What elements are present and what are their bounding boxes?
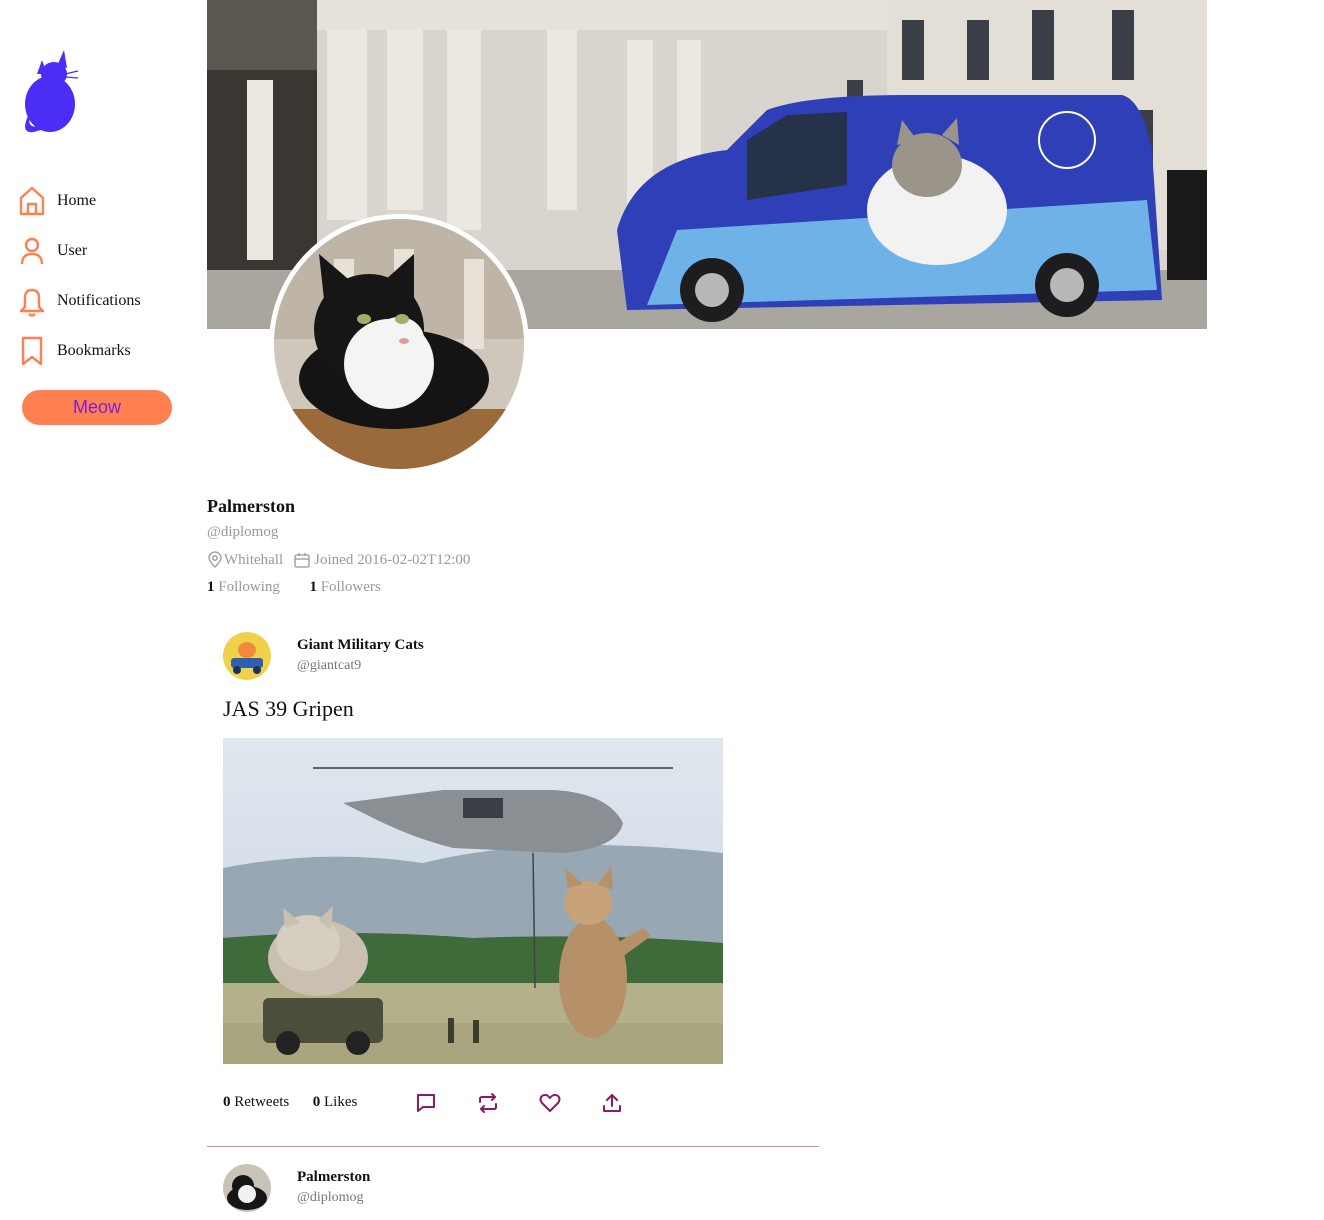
home-icon — [18, 184, 46, 218]
sidebar-item-label: Bookmarks — [57, 342, 131, 359]
user-icon — [18, 234, 46, 268]
reply-button[interactable] — [415, 1092, 477, 1118]
share-icon — [601, 1092, 623, 1119]
retweet-icon — [477, 1092, 499, 1119]
tweet-divider — [207, 1146, 819, 1147]
share-button[interactable] — [601, 1092, 663, 1118]
sidebar-item-user[interactable]: User — [18, 226, 141, 276]
sidebar-item-label: Notifications — [57, 292, 141, 309]
profile-display-name: Palmerston — [207, 496, 295, 516]
like-count: 0 — [312, 1094, 321, 1110]
followers-count: 1 — [309, 579, 317, 595]
like-label: Likes — [323, 1094, 358, 1110]
like-icon — [539, 1092, 561, 1119]
sidebar-item-notifications[interactable]: Notifications — [18, 276, 141, 326]
location-pin-icon — [207, 551, 223, 569]
bookmark-icon — [18, 334, 46, 368]
following-label: Following — [218, 579, 280, 595]
tweet-author-handle[interactable]: @diplomog — [297, 1190, 364, 1206]
profile-handle: @diplomog — [207, 524, 279, 540]
bell-icon — [18, 284, 46, 318]
tweet-image[interactable] — [223, 738, 723, 1064]
tweet-stats: 0 Retweets 0 Likes — [223, 1094, 357, 1111]
tweet-actions — [415, 1092, 663, 1118]
profile-avatar[interactable] — [269, 214, 529, 474]
calendar-icon — [293, 551, 311, 569]
following-count: 1 — [207, 579, 215, 595]
profile-location: Whitehall — [224, 551, 284, 568]
like-button[interactable] — [539, 1092, 601, 1118]
tweet-author-handle[interactable]: @giantcat9 — [297, 658, 361, 674]
meow-button[interactable]: Meow — [22, 390, 172, 425]
tweet-author-name[interactable]: Giant Military Cats — [297, 637, 424, 654]
followers-label: Followers — [320, 579, 381, 595]
sidebar: Home User Notifications Bookmarks Meow — [0, 0, 200, 1220]
reply-icon — [415, 1092, 437, 1119]
profile-joined-date: Joined 2016-02-02T12:00 — [314, 551, 471, 568]
cat-logo-icon[interactable] — [20, 46, 82, 136]
profile-meta: Whitehall Joined 2016-02-02T12:00 — [207, 551, 470, 569]
sidebar-item-home[interactable]: Home — [18, 176, 141, 226]
tweet-author-avatar[interactable] — [223, 632, 271, 680]
profile-follow-counts: 1 Following 1 Followers — [207, 579, 381, 596]
sidebar-item-label: User — [57, 242, 88, 259]
tweet-author-avatar[interactable] — [223, 1164, 271, 1212]
retweet-count: 0 — [223, 1094, 231, 1110]
sidebar-nav: Home User Notifications Bookmarks — [18, 176, 141, 376]
following-link[interactable]: 1 Following — [207, 579, 284, 595]
retweet-button[interactable] — [477, 1092, 539, 1118]
followers-link[interactable]: 1 Followers — [309, 579, 380, 595]
profile-info: Palmerston @diplomog Whitehall Joined 20… — [207, 496, 470, 595]
sidebar-item-label: Home — [57, 192, 97, 209]
tweet-text: JAS 39 Gripen — [223, 696, 354, 721]
retweet-label: Retweets — [234, 1094, 290, 1110]
tweet-author-name[interactable]: Palmerston — [297, 1169, 370, 1186]
sidebar-item-bookmarks[interactable]: Bookmarks — [18, 326, 141, 376]
